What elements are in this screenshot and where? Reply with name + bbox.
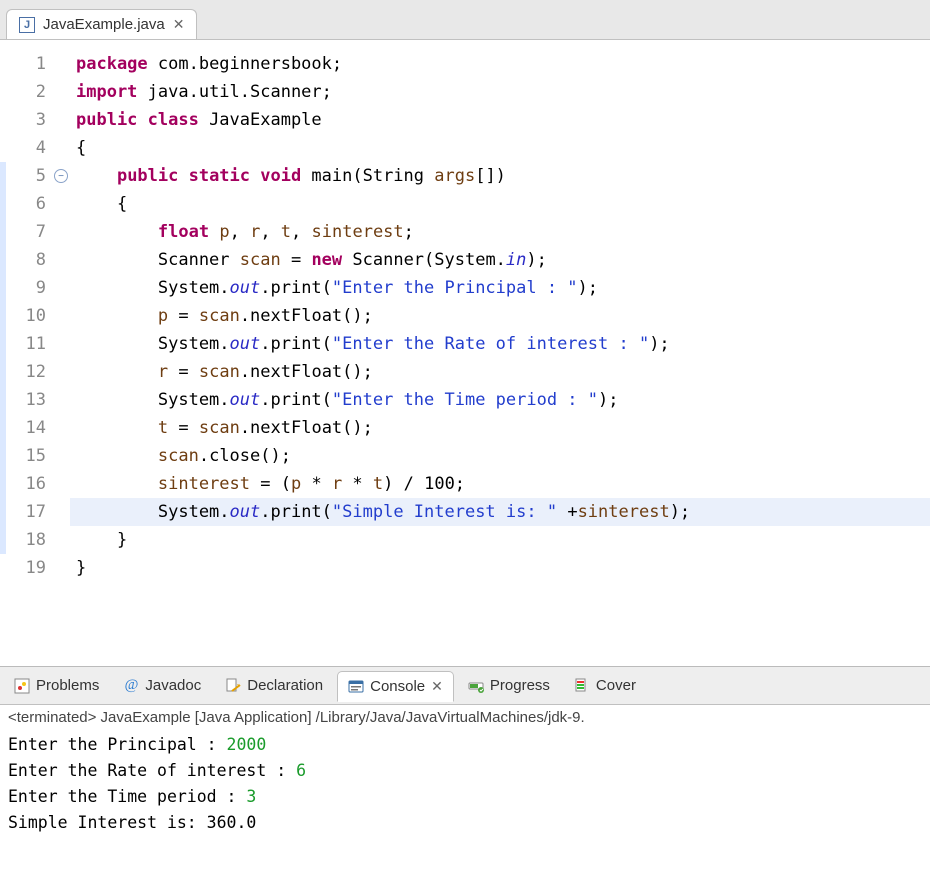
code-line[interactable]: t = scan.nextFloat(); — [70, 414, 930, 442]
line-number: 9 — [6, 274, 46, 302]
code-line[interactable]: { — [70, 190, 930, 218]
line-number: 13 — [6, 386, 46, 414]
fold-strip: − — [52, 50, 70, 582]
code-line[interactable]: System.out.print("Enter the Rate of inte… — [70, 330, 930, 358]
code-line[interactable]: r = scan.nextFloat(); — [70, 358, 930, 386]
console-line: Simple Interest is: 360.0 — [8, 810, 922, 836]
line-number: 2 — [6, 78, 46, 106]
line-number: 16 — [6, 470, 46, 498]
tab-label: Cover — [596, 677, 636, 694]
line-number: 18 — [6, 526, 46, 554]
tab-problems[interactable]: Problems — [4, 671, 109, 700]
tab-label: Progress — [490, 677, 550, 694]
code-line[interactable]: } — [70, 554, 930, 582]
fold-toggle-icon[interactable]: − — [54, 169, 68, 183]
editor-tab-javaexample[interactable]: J JavaExample.java ✕ — [6, 9, 197, 39]
line-number: 7 — [6, 218, 46, 246]
line-number: 6 — [6, 190, 46, 218]
code-line[interactable]: public class JavaExample — [70, 106, 930, 134]
code-line[interactable]: Scanner scan = new Scanner(System.in); — [70, 246, 930, 274]
code-line[interactable]: } — [70, 526, 930, 554]
code-line[interactable]: import java.util.Scanner; — [70, 78, 930, 106]
line-number: 4 — [6, 134, 46, 162]
line-number-gutter: 12345678910111213141516171819 — [6, 50, 52, 582]
problems-icon — [14, 678, 30, 694]
bottom-tabs: Problems @ Javadoc Declaration Console ✕… — [0, 667, 930, 705]
tab-coverage[interactable]: Cover — [564, 671, 646, 700]
line-number: 14 — [6, 414, 46, 442]
code-lines[interactable]: package com.beginnersbook;import java.ut… — [70, 50, 930, 582]
console-process-label: <terminated> JavaExample [Java Applicati… — [0, 705, 930, 728]
code-line[interactable]: sinterest = (p * r * t) / 100; — [70, 470, 930, 498]
code-line[interactable]: System.out.print("Enter the Time period … — [70, 386, 930, 414]
coverage-icon — [574, 678, 590, 694]
line-number: 12 — [6, 358, 46, 386]
code-line[interactable]: p = scan.nextFloat(); — [70, 302, 930, 330]
code-line[interactable]: System.out.print("Enter the Principal : … — [70, 274, 930, 302]
line-number: 19 — [6, 554, 46, 582]
line-number: 3 — [6, 106, 46, 134]
tab-javadoc[interactable]: @ Javadoc — [113, 671, 211, 700]
line-number: 15 — [6, 442, 46, 470]
console-icon — [348, 679, 364, 695]
code-line[interactable]: float p, r, t, sinterest; — [70, 218, 930, 246]
tab-label: Console — [370, 678, 425, 695]
editor-tabbar: J JavaExample.java ✕ — [0, 0, 930, 40]
code-line[interactable]: package com.beginnersbook; — [70, 50, 930, 78]
tab-label: Javadoc — [145, 677, 201, 694]
code-line[interactable]: { — [70, 134, 930, 162]
line-number: 11 — [6, 330, 46, 358]
editor-tab-title: JavaExample.java — [43, 16, 165, 33]
tab-declaration[interactable]: Declaration — [215, 671, 333, 700]
console-output[interactable]: Enter the Principal : 2000Enter the Rate… — [0, 728, 930, 888]
tab-label: Problems — [36, 677, 99, 694]
close-icon[interactable]: ✕ — [431, 678, 443, 695]
line-number: 8 — [6, 246, 46, 274]
code-editor[interactable]: 12345678910111213141516171819 − package … — [0, 40, 930, 666]
bottom-panel: Problems @ Javadoc Declaration Console ✕… — [0, 666, 930, 888]
progress-icon — [468, 678, 484, 694]
line-number: 17 — [6, 498, 46, 526]
console-line: Enter the Rate of interest : 6 — [8, 758, 922, 784]
console-line: Enter the Time period : 3 — [8, 784, 922, 810]
java-file-icon: J — [19, 17, 35, 33]
code-line[interactable]: scan.close(); — [70, 442, 930, 470]
code-line[interactable]: public static void main(String args[]) — [70, 162, 930, 190]
line-number: 1 — [6, 50, 46, 78]
tab-console[interactable]: Console ✕ — [337, 671, 454, 702]
tab-label: Declaration — [247, 677, 323, 694]
line-number: 10 — [6, 302, 46, 330]
tab-progress[interactable]: Progress — [458, 671, 560, 700]
line-number: 5 — [6, 162, 46, 190]
code-line[interactable]: System.out.print("Simple Interest is: " … — [70, 498, 930, 526]
console-line: Enter the Principal : 2000 — [8, 732, 922, 758]
close-icon[interactable]: ✕ — [173, 16, 185, 33]
declaration-icon — [225, 678, 241, 694]
javadoc-icon: @ — [123, 678, 139, 694]
